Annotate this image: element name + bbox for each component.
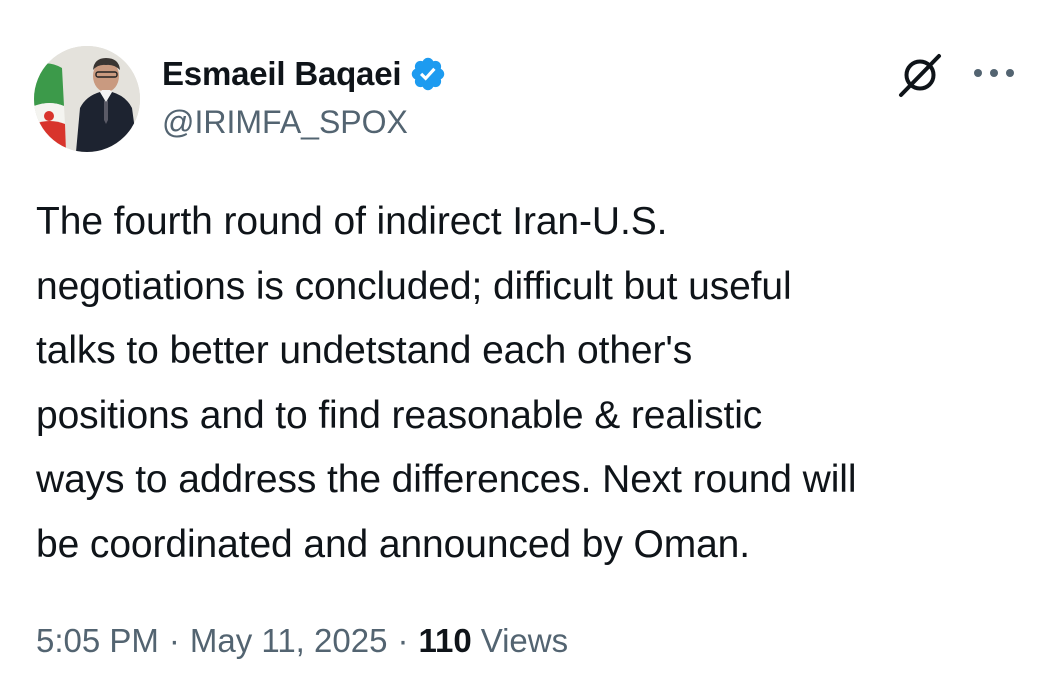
avatar-image: [34, 46, 140, 152]
tweet-meta: 5:05 PM · May 11, 2025 · 110 Views: [36, 622, 568, 660]
views-count: 110: [418, 622, 472, 659]
tweet-text: The fourth round of indirect Iran-U.S. n…: [36, 200, 857, 566]
grok-icon[interactable]: [897, 52, 943, 98]
tweet-date[interactable]: May 11, 2025: [190, 622, 388, 660]
author-display-name[interactable]: Esmaeil Baqaei: [162, 55, 402, 93]
avatar[interactable]: [34, 46, 140, 152]
author-name-row: Esmaeil Baqaei: [162, 52, 447, 96]
author-block: Esmaeil Baqaei @IRIMFA_SPOX: [162, 52, 447, 141]
verified-badge-icon[interactable]: [409, 55, 447, 93]
meta-separator: ·: [397, 622, 409, 659]
tweet-time[interactable]: 5:05 PM: [36, 622, 159, 660]
author-handle[interactable]: @IRIMFA_SPOX: [162, 104, 447, 141]
tweet-card: Esmaeil Baqaei @IRIMFA_SPOX The fourth r…: [0, 0, 1058, 700]
more-options-icon[interactable]: [972, 66, 1016, 80]
views-label: Views: [480, 622, 569, 659]
meta-separator: ·: [168, 622, 180, 659]
